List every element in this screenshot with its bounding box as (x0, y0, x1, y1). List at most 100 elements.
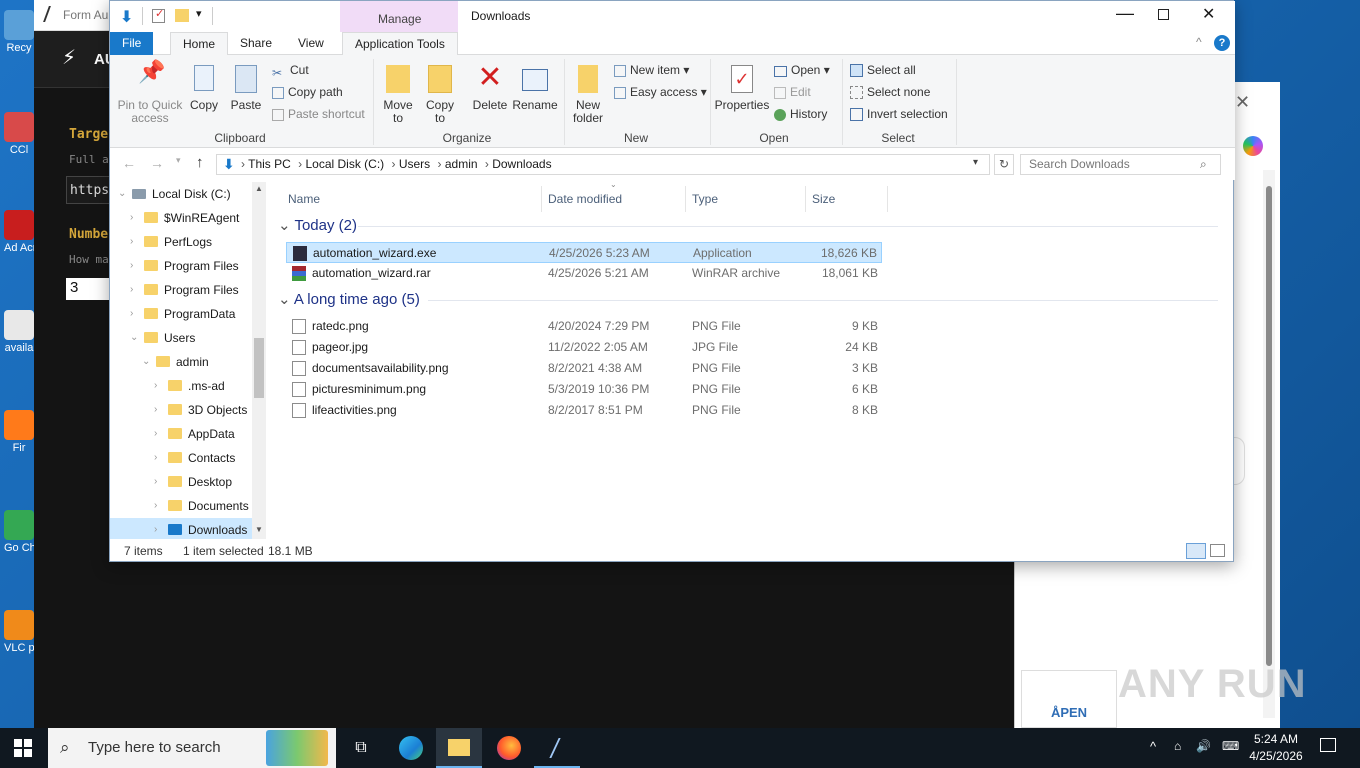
paste-shortcut-button[interactable]: Paste shortcut (272, 107, 365, 121)
group-collapse-icon[interactable]: ⌄ (278, 217, 294, 234)
breadcrumb-chevron-icon[interactable]: › (434, 157, 445, 171)
nav-item[interactable]: ⌄ Local Disk (C:) (110, 182, 260, 206)
nav-expand-chevron-icon[interactable]: › (130, 254, 133, 278)
volume-icon[interactable]: 🔊 (1196, 739, 1211, 753)
ime-icon[interactable]: ⌨ (1222, 739, 1239, 753)
nav-expand-chevron-icon[interactable]: › (130, 206, 133, 230)
nav-expand-chevron-icon[interactable]: › (154, 398, 157, 422)
nav-scrollbar[interactable]: ▲ ▼ (252, 182, 266, 539)
tab-file[interactable]: File (110, 32, 154, 55)
file-row[interactable]: picturesminimum.png 5/3/2019 10:36 PM PNG … (286, 379, 882, 400)
tab-home[interactable]: Home (170, 32, 229, 55)
nav-item[interactable]: › Program Files (110, 278, 260, 302)
select-none-button[interactable]: Select none (850, 85, 930, 99)
browser-scrollbar[interactable] (1263, 170, 1275, 718)
breadcrumb-chevron-icon[interactable]: › (295, 157, 306, 171)
copilot-icon[interactable] (1243, 136, 1263, 156)
task-view-icon[interactable]: ⧉ (338, 728, 384, 768)
download-arrow-icon[interactable]: ⬇ (120, 7, 133, 27)
help-icon[interactable]: ? (1214, 35, 1230, 51)
column-date-modified[interactable]: Date modified (544, 186, 686, 212)
nav-item[interactable]: ⌄ admin (110, 350, 260, 374)
desktop-icon[interactable]: Ad Acr (4, 210, 34, 254)
file-row[interactable]: automation_wizard.rar 4/25/2026 5:21 AM Wi… (286, 263, 882, 284)
windows-start-icon[interactable] (14, 739, 32, 757)
new-folder-button[interactable]: New folder (568, 63, 608, 125)
breadcrumb-item[interactable]: Downloads (492, 157, 551, 171)
pin-quick-access-button[interactable]: 📌 Pin to Quick access (116, 61, 184, 125)
group-header[interactable]: ⌄ Today (2) (278, 216, 1218, 234)
recent-locations-icon[interactable]: ▾ (176, 155, 181, 166)
clock-time[interactable]: 5:24 AM (1246, 732, 1306, 746)
nav-expand-chevron-icon[interactable]: › (154, 446, 157, 470)
delete-button[interactable]: ✕ Delete (470, 63, 510, 112)
nav-expand-chevron-icon[interactable]: › (154, 470, 157, 494)
nav-scroll-thumb[interactable] (254, 338, 264, 398)
file-row[interactable]: pageor.jpg 11/2/2022 2:05 AM JPG File 24 KB (286, 337, 882, 358)
nav-expand-chevron-icon[interactable]: › (154, 374, 157, 398)
file-row[interactable]: automation_wizard.exe 4/25/2026 5:23 AM Ap… (286, 242, 882, 263)
scroll-down-icon[interactable]: ▼ (255, 525, 263, 534)
up-arrow-icon[interactable]: ↑ (196, 154, 204, 171)
nav-item[interactable]: › Contacts (110, 446, 260, 470)
nav-expand-chevron-icon[interactable]: › (154, 518, 157, 539)
breadcrumb-item[interactable]: Local Disk (C:) (305, 157, 384, 171)
file-row[interactable]: ratedc.png 4/20/2024 7:29 PM PNG File 9 KB (286, 316, 882, 337)
file-explorer-taskbar-icon[interactable] (436, 728, 482, 768)
nav-item[interactable]: › 3D Objects (110, 398, 260, 422)
desktop-icon[interactable]: Recy (4, 10, 34, 54)
search-icon[interactable]: ⌕ (1200, 157, 1207, 172)
nav-item[interactable]: › Desktop (110, 470, 260, 494)
column-size[interactable]: Size (808, 186, 888, 212)
nav-item[interactable]: › .ms-ad (110, 374, 260, 398)
quill-app-icon[interactable] (534, 728, 580, 768)
breadcrumb-item[interactable]: This PC (248, 157, 291, 171)
tab-share[interactable]: Share (228, 32, 284, 55)
breadcrumb-chevron-icon[interactable]: › (482, 157, 493, 171)
paste-button[interactable]: Paste (228, 63, 264, 112)
tab-application-tools[interactable]: Application Tools (342, 32, 458, 55)
clock-date[interactable]: 4/25/2026 (1246, 749, 1306, 763)
desktop-icon[interactable]: VLC pla (4, 610, 34, 654)
nav-expand-chevron-icon[interactable]: › (130, 230, 133, 254)
tab-view[interactable]: View (286, 32, 336, 55)
nav-item[interactable]: › Documents (110, 494, 260, 518)
search-input[interactable]: Search Downloads (1020, 154, 1221, 175)
nav-item[interactable]: › ProgramData (110, 302, 260, 326)
refresh-icon[interactable]: ↻ (994, 154, 1014, 175)
nav-expand-chevron-icon[interactable]: ⌄ (118, 182, 126, 206)
column-name[interactable]: Name (288, 186, 542, 212)
history-button[interactable]: History (774, 107, 827, 121)
copy-button[interactable]: Copy (186, 63, 222, 112)
rename-button[interactable]: Rename (512, 63, 558, 112)
breadcrumb-item[interactable]: admin (445, 157, 478, 171)
new-folder-icon[interactable] (175, 9, 189, 22)
nav-item[interactable]: › Downloads (110, 518, 260, 539)
column-type[interactable]: Type (688, 186, 806, 212)
nav-item[interactable]: › PerfLogs (110, 230, 260, 254)
nav-expand-chevron-icon[interactable]: ⌄ (142, 350, 150, 374)
desktop-icon[interactable]: availa (4, 310, 34, 354)
details-view-icon[interactable] (1186, 543, 1206, 559)
copy-to-button[interactable]: Copy to (420, 63, 460, 125)
edit-button[interactable]: Edit (774, 85, 811, 99)
breadcrumb-item[interactable]: Users (399, 157, 430, 171)
large-icons-view-icon[interactable] (1210, 544, 1225, 557)
copy-path-button[interactable]: Copy path (272, 85, 343, 99)
address-dropdown-icon[interactable]: ▾ (973, 157, 978, 168)
cut-button[interactable]: ✂ Cut (272, 63, 309, 80)
firefox-icon[interactable] (486, 728, 532, 768)
collapse-ribbon-icon[interactable]: ^ (1196, 35, 1202, 49)
nav-expand-chevron-icon[interactable]: › (130, 278, 133, 302)
select-all-button[interactable]: Select all (850, 63, 916, 77)
address-bar[interactable]: ⬇ › This PC › Local Disk (C:) › Users › … (216, 154, 990, 175)
new-item-button[interactable]: New item ▾ (614, 63, 689, 77)
tray-chevron-icon[interactable]: ^ (1150, 739, 1156, 754)
desktop-icon[interactable]: Fir (4, 410, 34, 454)
close-icon[interactable]: ✕ (1235, 92, 1250, 113)
minimize-button[interactable]: — (1116, 3, 1134, 24)
qat-dropdown-icon[interactable]: ▾ (196, 7, 202, 20)
desktop-icon[interactable]: Go Chr (4, 510, 34, 554)
close-button[interactable]: ✕ (1202, 4, 1215, 24)
nav-expand-chevron-icon[interactable]: ⌄ (130, 326, 138, 350)
